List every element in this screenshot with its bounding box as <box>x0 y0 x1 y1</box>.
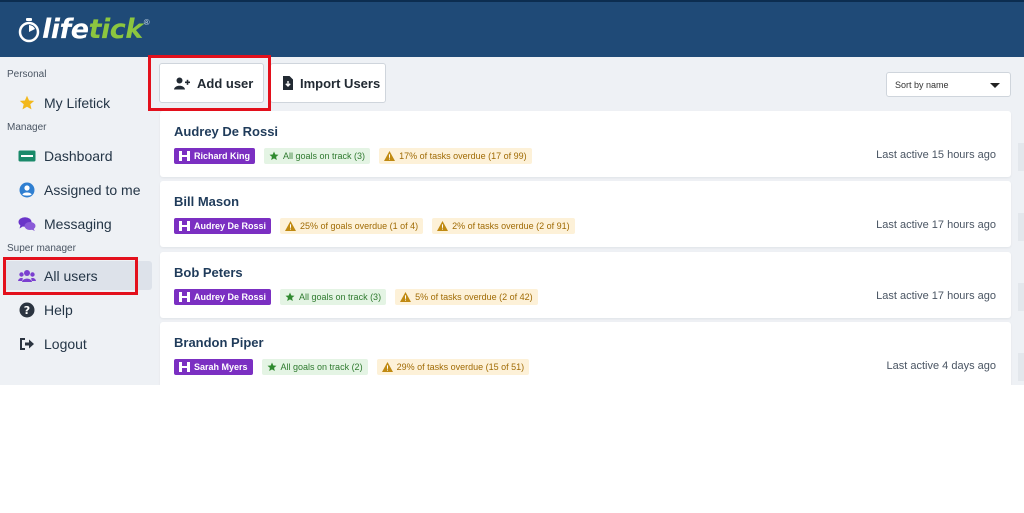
user-card[interactable]: Bob Peters Audrey De Rossi All goals on … <box>160 252 1011 318</box>
sidebar-section-personal: Personal <box>7 69 47 80</box>
last-active-text: Last active 17 hours ago <box>876 219 996 231</box>
sidebar: Personal My Lifetick Manager Dashboard A… <box>0 57 158 385</box>
sidebar-item-label: Logout <box>44 335 87 352</box>
goals-status-tag: 25% of goals overdue (1 of 4) <box>280 218 424 234</box>
user-card[interactable]: Audrey De Rossi Richard King All goals o… <box>160 111 1011 177</box>
goals-status-tag: All goals on track (3) <box>280 289 387 305</box>
user-tags: Audrey De Rossi 25% of goals overdue (1 … <box>174 218 584 234</box>
star-icon <box>269 151 279 161</box>
sidebar-item-messaging[interactable]: Messaging <box>3 209 152 238</box>
star-icon <box>267 362 277 372</box>
last-active-text: Last active 4 days ago <box>886 360 996 372</box>
user-tags: Audrey De Rossi All goals on track (3) 5… <box>174 289 547 305</box>
warning-icon <box>381 362 393 372</box>
chat-icon <box>18 216 36 232</box>
top-header: lifetick ® <box>0 0 1024 57</box>
user-circle-icon <box>18 182 36 198</box>
sidebar-item-label: Help <box>44 301 73 318</box>
sidebar-item-label: Assigned to me <box>44 181 141 198</box>
tasks-status-tag: 2% of tasks overdue (2 of 91) <box>432 218 575 234</box>
side-panel-edge <box>1018 143 1024 171</box>
dashboard-icon <box>18 148 36 164</box>
user-card[interactable]: Bill Mason Audrey De Rossi 25% of goals … <box>160 181 1011 247</box>
import-users-button[interactable]: Import Users <box>270 63 386 103</box>
user-tags: Richard King All goals on track (3) 17% … <box>174 148 541 164</box>
sidebar-item-dashboard[interactable]: Dashboard <box>3 141 152 170</box>
add-user-label: Add user <box>197 75 254 91</box>
add-user-button[interactable]: Add user <box>159 63 264 103</box>
sidebar-item-label: All users <box>44 267 98 284</box>
warning-icon <box>400 292 412 302</box>
tasks-status-tag: 29% of tasks overdue (15 of 51) <box>376 359 530 375</box>
sidebar-item-assigned-to-me[interactable]: Assigned to me <box>3 175 152 204</box>
logo-wordmark: lifetick <box>42 14 143 45</box>
sidebar-item-my-lifetick[interactable]: My Lifetick <box>3 88 152 117</box>
side-panel-edge <box>1018 213 1024 241</box>
warning-icon <box>285 221 297 231</box>
registered-mark: ® <box>143 18 150 27</box>
user-card[interactable]: Brandon Piper Sarah Myers All goals on t… <box>160 322 1011 385</box>
manager-tag[interactable]: Audrey De Rossi <box>174 218 272 234</box>
sidebar-item-help[interactable]: ? Help <box>3 295 152 324</box>
sidebar-item-label: Messaging <box>44 215 112 232</box>
warning-icon <box>384 151 396 161</box>
user-tags: Sarah Myers All goals on track (2) 29% o… <box>174 359 538 375</box>
org-chart-icon <box>179 292 190 302</box>
sort-select[interactable]: Sort by name <box>886 72 1011 97</box>
chevron-down-icon <box>990 83 1000 88</box>
org-chart-icon <box>179 362 190 372</box>
users-icon <box>18 268 36 284</box>
star-icon <box>18 95 36 111</box>
tasks-status-tag: 5% of tasks overdue (2 of 42) <box>395 289 538 305</box>
user-name[interactable]: Brandon Piper <box>174 335 264 350</box>
svg-text:?: ? <box>24 304 30 317</box>
app-window: lifetick ® Personal My Lifetick Manager … <box>0 0 1024 385</box>
last-active-text: Last active 15 hours ago <box>876 149 996 161</box>
stopwatch-logo-icon <box>18 17 40 43</box>
star-icon <box>285 292 295 302</box>
goals-status-tag: All goals on track (2) <box>261 359 368 375</box>
user-name[interactable]: Bob Peters <box>174 265 243 280</box>
last-active-text: Last active 17 hours ago <box>876 290 996 302</box>
goals-status-tag: All goals on track (3) <box>264 148 371 164</box>
manager-tag[interactable]: Audrey De Rossi <box>174 289 272 305</box>
sidebar-section-manager: Manager <box>7 122 47 133</box>
user-plus-icon <box>174 77 190 90</box>
manager-tag[interactable]: Sarah Myers <box>174 359 253 375</box>
sidebar-section-super-manager: Super manager <box>7 243 76 254</box>
file-import-icon <box>283 76 293 90</box>
tasks-status-tag: 17% of tasks overdue (17 of 99) <box>379 148 532 164</box>
question-icon: ? <box>18 302 36 318</box>
user-name[interactable]: Audrey De Rossi <box>174 124 278 139</box>
sidebar-item-label: My Lifetick <box>44 94 111 111</box>
sort-select-value: Sort by name <box>895 79 949 90</box>
manager-tag[interactable]: Richard King <box>174 148 256 164</box>
org-chart-icon <box>179 221 190 231</box>
logout-icon <box>18 336 36 352</box>
side-panel-edge <box>1018 283 1024 311</box>
warning-icon <box>437 221 449 231</box>
sidebar-item-logout[interactable]: Logout <box>3 329 152 358</box>
user-name[interactable]: Bill Mason <box>174 194 239 209</box>
lifetick-logo[interactable]: lifetick ® <box>18 14 150 45</box>
org-chart-icon <box>179 151 190 161</box>
sidebar-item-all-users[interactable]: All users <box>3 261 152 290</box>
side-panel-edge <box>1018 353 1024 381</box>
import-users-label: Import Users <box>300 75 381 91</box>
sidebar-item-label: Dashboard <box>44 147 113 164</box>
